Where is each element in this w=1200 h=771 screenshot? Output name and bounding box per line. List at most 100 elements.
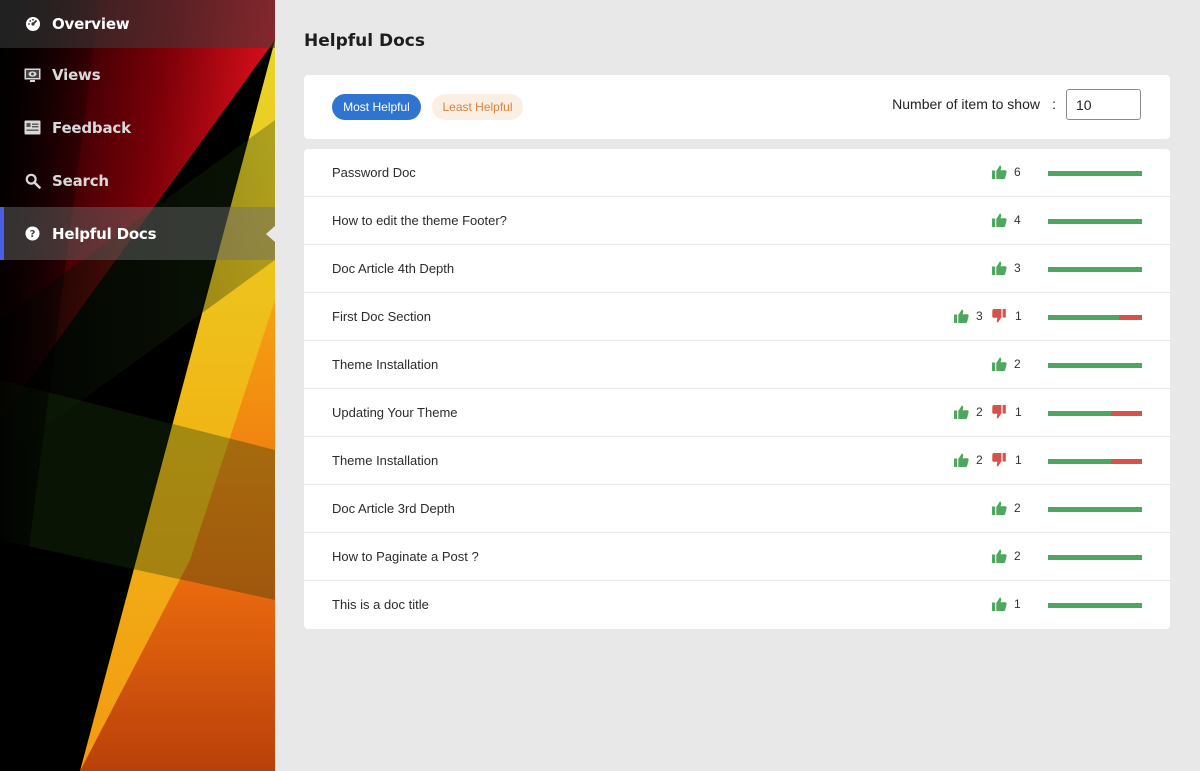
upvote-count: 1 [1014,597,1021,611]
helpfulness-bar-fill [1048,219,1142,224]
upvote-group: 3 [992,261,1021,275]
sidebar-item-label: Helpful Docs [52,224,157,243]
thumbs-up-icon [992,357,1007,371]
helpfulness-bar [1048,171,1142,176]
upvote-count: 2 [976,405,983,419]
helpfulness-bar [1048,411,1142,416]
upvote-count: 2 [1014,549,1021,563]
upvote-group: 2 [992,357,1021,371]
doc-row: Doc Article 3rd Depth 2 [304,485,1170,533]
most-helpful-button[interactable]: Most Helpful [332,94,421,120]
helpfulness-bar [1048,555,1142,560]
helpfulness-bar [1048,507,1142,512]
doc-row: This is a doc title 1 [304,581,1170,629]
upvote-count: 2 [1014,501,1021,515]
thumbs-up-icon [992,261,1007,275]
item-count-label: Number of item to show [892,96,1040,112]
downvote-group: 1 [992,405,1022,419]
doc-title[interactable]: Updating Your Theme [332,405,458,420]
upvote-count: 3 [976,309,983,323]
downvote-group: 1 [992,453,1022,467]
downvote-count: 1 [1015,453,1022,467]
doc-row: How to Paginate a Post ? 2 [304,533,1170,581]
downvote-count: 1 [1015,405,1022,419]
doc-title[interactable]: Theme Installation [332,453,438,468]
helpfulness-bar [1048,363,1142,368]
downvote-group: 1 [992,309,1022,323]
sidebar-nav: Overview Views Feedback Search ? Helpful… [0,0,275,260]
helpfulness-bar [1048,459,1142,464]
thumbs-up-icon [954,453,969,467]
thumbs-up-icon [992,597,1007,611]
upvote-group: 6 [992,165,1021,179]
filter-toolbar: Most Helpful Least Helpful Number of ite… [304,75,1170,139]
doc-title[interactable]: How to edit the theme Footer? [332,213,507,228]
sidebar-item-helpful-docs[interactable]: ? Helpful Docs [0,207,275,260]
doc-row: Theme Installation 2 [304,341,1170,389]
helpfulness-bar-fill [1048,507,1142,512]
thumbs-up-icon [954,309,969,323]
doc-title[interactable]: Password Doc [332,165,416,180]
helpfulness-bar-fill [1048,171,1142,176]
item-count-input[interactable] [1066,89,1141,120]
upvote-count: 4 [1014,213,1021,227]
item-count-separator: : [1052,96,1056,112]
downvote-count: 1 [1015,309,1022,323]
sidebar: Overview Views Feedback Search ? Helpful… [0,0,275,771]
sidebar-item-label: Feedback [52,118,131,137]
monitor-icon [24,66,41,83]
upvote-group: 1 [992,597,1021,611]
upvote-group: 4 [992,213,1021,227]
doc-title[interactable]: Doc Article 3rd Depth [332,501,455,516]
doc-row: How to edit the theme Footer? 4 [304,197,1170,245]
sidebar-item-feedback[interactable]: Feedback [0,101,275,154]
thumbs-up-icon [992,549,1007,563]
doc-title[interactable]: This is a doc title [332,597,429,612]
thumbs-down-icon [992,309,1008,323]
upvote-group: 2 [992,501,1021,515]
doc-row: Doc Article 4th Depth 3 [304,245,1170,293]
sidebar-item-search[interactable]: Search [0,154,275,207]
helpfulness-bar-fill [1048,459,1111,464]
upvote-count: 3 [1014,261,1021,275]
doc-title[interactable]: Doc Article 4th Depth [332,261,454,276]
sidebar-item-overview[interactable]: Overview [0,0,275,48]
docs-list: Password Doc 6 How to edit the theme Foote… [304,149,1170,629]
thumbs-up-icon [992,165,1007,179]
upvote-group: 2 [992,549,1021,563]
sidebar-item-label: Overview [52,15,130,33]
thumbs-up-icon [992,501,1007,515]
doc-title[interactable]: How to Paginate a Post ? [332,549,479,564]
thumbs-down-icon [992,405,1008,419]
helpfulness-bar-fill [1048,267,1142,272]
upvote-group: 2 [954,405,983,419]
upvote-count: 2 [1014,357,1021,371]
helpfulness-bar [1048,267,1142,272]
upvote-group: 3 [954,309,983,323]
upvote-group: 2 [954,453,983,467]
dashboard-icon [24,16,41,33]
help-circle-icon: ? [24,225,41,242]
sidebar-item-label: Search [52,171,109,190]
doc-row: First Doc Section 3 1 [304,293,1170,341]
least-helpful-button[interactable]: Least Helpful [432,94,523,120]
thumbs-up-icon [954,405,969,419]
upvote-count: 6 [1014,165,1021,179]
page-title: Helpful Docs [304,31,425,51]
search-icon [24,172,41,189]
thumbs-down-icon [992,453,1008,467]
helpfulness-bar [1048,315,1142,320]
helpfulness-bar-fill [1048,555,1142,560]
helpfulness-bar [1048,603,1142,608]
thumbs-up-icon [992,213,1007,227]
helpfulness-bar-fill [1048,603,1142,608]
upvote-count: 2 [976,453,983,467]
doc-title[interactable]: First Doc Section [332,309,431,324]
doc-row: Theme Installation 2 1 [304,437,1170,485]
helpfulness-bar-fill [1048,315,1119,320]
sidebar-item-views[interactable]: Views [0,48,275,101]
doc-title[interactable]: Theme Installation [332,357,438,372]
helpfulness-bar-fill [1048,363,1142,368]
doc-row: Password Doc 6 [304,149,1170,197]
sidebar-item-label: Views [52,65,101,84]
